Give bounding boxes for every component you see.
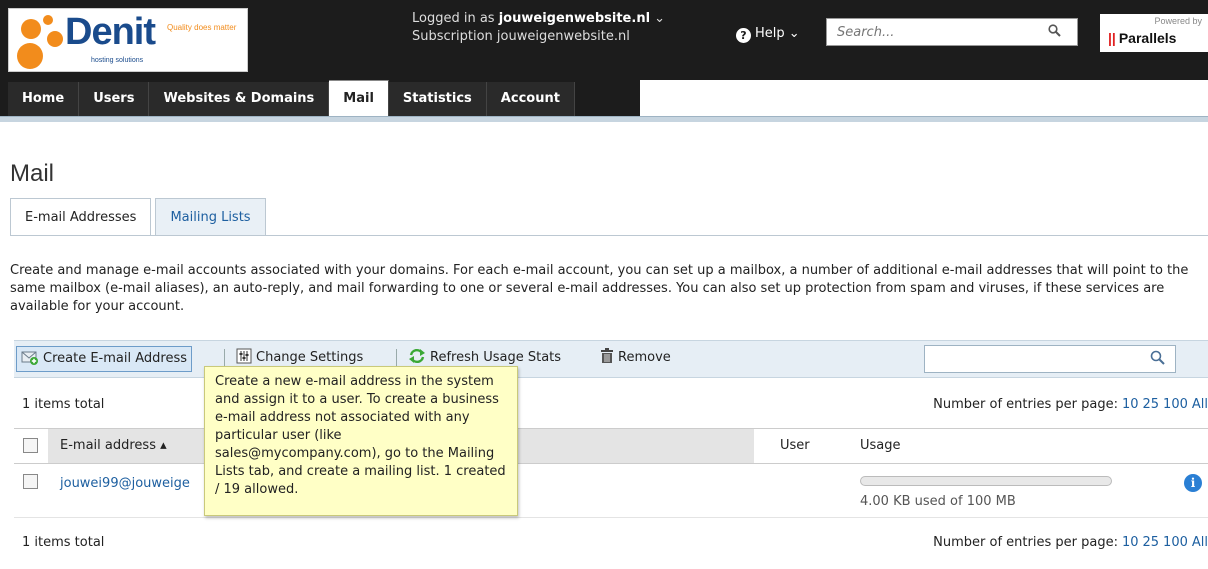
help-icon: ? xyxy=(736,28,751,43)
page-description: Create and manage e-mail accounts associ… xyxy=(10,263,1189,314)
per-page-all[interactable]: All xyxy=(1192,397,1208,412)
items-total-bottom: 1 items total xyxy=(22,535,105,550)
per-page-100[interactable]: 100 xyxy=(1163,397,1188,412)
select-all-checkbox[interactable] xyxy=(23,438,38,453)
tabs-divider xyxy=(10,235,1208,236)
per-page-label: Number of entries per page: xyxy=(933,397,1118,412)
nav-mail[interactable]: Mail xyxy=(329,80,389,116)
parallels-logo: Powered by || Parallels xyxy=(1100,14,1208,52)
per-page-10[interactable]: 10 xyxy=(1122,397,1139,412)
column-usage[interactable]: Usage xyxy=(860,438,901,453)
logo-subtitle: hosting solutions xyxy=(91,57,144,64)
column-email[interactable]: E-mail address ▴ xyxy=(60,438,167,453)
logo-name: Denit xyxy=(65,11,156,53)
add-mail-icon xyxy=(21,349,39,374)
remove-label: Remove xyxy=(618,350,671,365)
list-search[interactable] xyxy=(924,345,1176,373)
remove-button[interactable]: Remove xyxy=(596,346,675,372)
column-user[interactable]: User xyxy=(780,438,810,453)
create-email-label: Create E-mail Address xyxy=(43,351,187,366)
search-icon[interactable] xyxy=(1048,24,1061,41)
tab-email-addresses[interactable]: E-mail Addresses xyxy=(10,198,152,236)
logged-in-user[interactable]: jouweigenwebsite.nl xyxy=(499,11,650,26)
powered-by-label: Powered by xyxy=(1154,16,1202,26)
main-nav: Home Users Websites & Domains Mail Stati… xyxy=(8,80,575,116)
usage-bar xyxy=(860,476,1112,486)
row-checkbox[interactable] xyxy=(23,474,38,489)
parallels-bars-icon: || xyxy=(1108,30,1116,46)
items-total: 1 items total xyxy=(22,397,105,412)
email-address-link[interactable]: jouwei99@jouweige xyxy=(60,476,190,491)
per-page-all[interactable]: All xyxy=(1192,535,1208,550)
logo-tagline: Quality does matter xyxy=(167,23,237,32)
subscription-label: Subscription xyxy=(412,29,493,44)
page-title: Mail xyxy=(10,160,55,187)
per-page-100[interactable]: 100 xyxy=(1163,535,1188,550)
subscription-value[interactable]: jouweigenwebsite.nl xyxy=(497,29,630,44)
table-row: jouwei99@jouweige 4.00 KB used of 100 MB… xyxy=(14,464,1208,518)
per-page-10[interactable]: 10 xyxy=(1122,535,1139,550)
usage-text: 4.00 KB used of 100 MB xyxy=(860,494,1016,509)
info-icon[interactable]: i xyxy=(1184,474,1202,492)
search-icon[interactable] xyxy=(1150,350,1165,369)
help-label: Help xyxy=(755,26,785,41)
nav-divider xyxy=(0,116,1208,122)
nav-account[interactable]: Account xyxy=(486,82,575,116)
list-search-input[interactable] xyxy=(925,346,1140,372)
nav-home[interactable]: Home xyxy=(8,82,80,116)
global-search[interactable] xyxy=(826,18,1078,46)
refresh-usage-label: Refresh Usage Stats xyxy=(430,350,562,365)
per-page-label: Number of entries per page: xyxy=(933,535,1118,550)
tab-mailing-lists[interactable]: Mailing Lists xyxy=(155,198,266,236)
table-header: E-mail address ▴ User Usage xyxy=(14,428,1208,464)
content-tabs: E-mail Addresses Mailing Lists xyxy=(10,198,270,236)
per-page-selector-bottom: Number of entries per page: 10 25 100 All xyxy=(933,535,1208,550)
help-button[interactable]: ? Help ⌄ xyxy=(736,26,800,43)
chevron-down-icon: ⌄ xyxy=(788,26,800,41)
logged-in-label: Logged in as xyxy=(412,11,495,26)
global-search-input[interactable] xyxy=(827,19,1037,45)
create-email-button[interactable]: Create E-mail Address xyxy=(16,346,192,372)
chevron-down-icon[interactable]: ⌄ xyxy=(654,11,665,26)
nav-users[interactable]: Users xyxy=(79,82,150,116)
change-settings-label: Change Settings xyxy=(256,350,364,365)
create-email-tooltip: Create a new e-mail address in the syste… xyxy=(204,366,518,516)
trash-icon xyxy=(600,348,614,373)
login-info: Logged in as jouweigenwebsite.nl ⌄ Subsc… xyxy=(412,10,665,46)
per-page-25[interactable]: 25 xyxy=(1143,397,1160,412)
per-page-selector: Number of entries per page: 10 25 100 All xyxy=(933,397,1208,412)
toolbar: Create E-mail Address Change Settings Re… xyxy=(14,340,1208,378)
logo[interactable]: Denit Quality does matter hosting soluti… xyxy=(8,8,248,72)
per-page-25[interactable]: 25 xyxy=(1143,535,1160,550)
nav-websites-domains[interactable]: Websites & Domains xyxy=(149,82,330,116)
nav-statistics[interactable]: Statistics xyxy=(388,82,487,116)
parallels-brand: || Parallels xyxy=(1108,30,1177,46)
